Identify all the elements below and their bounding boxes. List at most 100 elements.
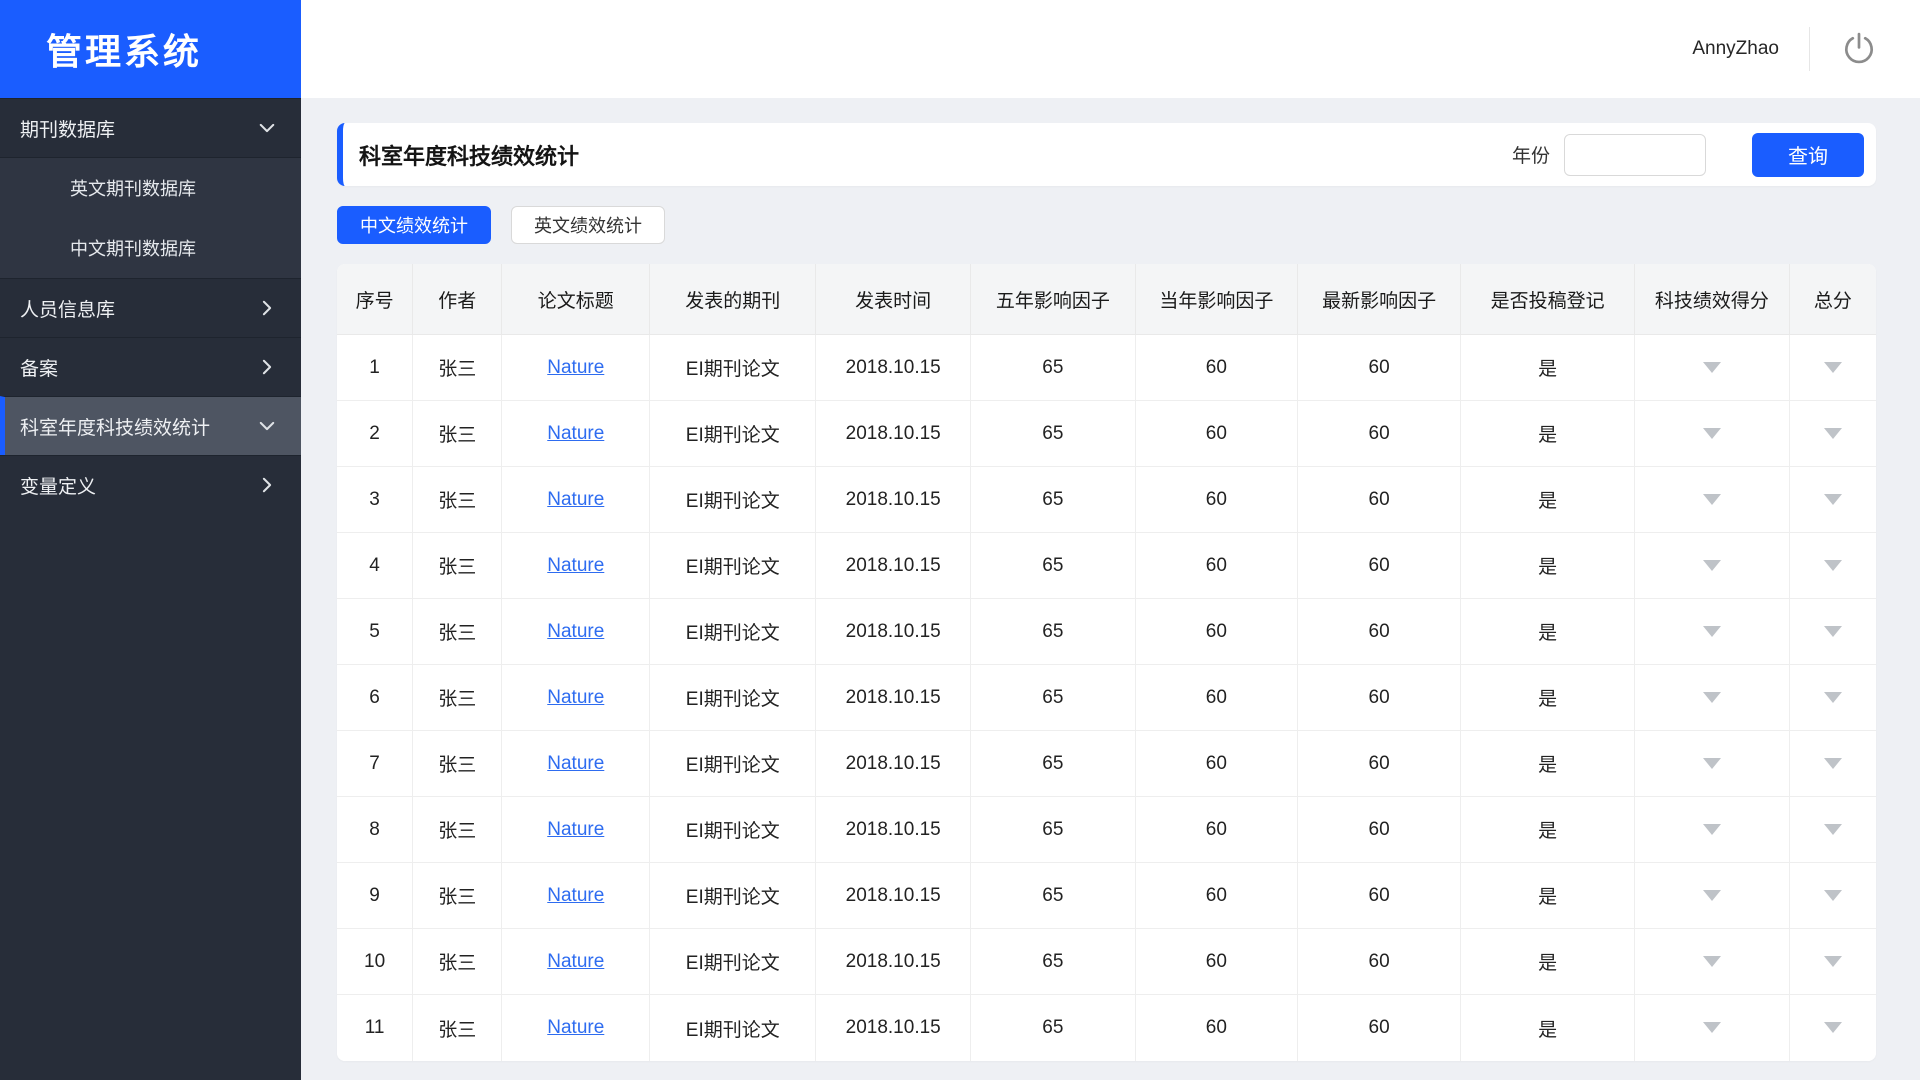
year-input[interactable] [1564, 134, 1706, 176]
cell-tech-performance-score [1635, 797, 1790, 863]
cell-date: 2018.10.15 [816, 665, 971, 731]
dropdown-arrow-icon[interactable] [1703, 494, 1721, 505]
sidebar-item-annual-performance-stats[interactable]: 科室年度科技绩效统计 [0, 396, 301, 455]
cell-date: 2018.10.15 [816, 731, 971, 797]
paper-title-link[interactable]: Nature [547, 555, 604, 576]
paper-title-link[interactable]: Nature [547, 423, 604, 444]
sidebar-item-variable-definition[interactable]: 变量定义 [0, 455, 301, 514]
dropdown-arrow-icon[interactable] [1703, 824, 1721, 835]
dropdown-arrow-icon[interactable] [1703, 956, 1721, 967]
table-row: 2张三NatureEI期刊论文2018.10.15656060是 [337, 401, 1876, 467]
dropdown-arrow-icon[interactable] [1824, 362, 1842, 373]
cell-five-year: 65 [971, 929, 1136, 995]
cell-current-year: 60 [1136, 599, 1298, 665]
dropdown-arrow-icon[interactable] [1824, 692, 1842, 703]
dropdown-arrow-icon[interactable] [1824, 560, 1842, 571]
table-body: 1张三NatureEI期刊论文2018.10.15656060是2张三Natur… [337, 335, 1876, 1061]
paper-title-link[interactable]: Nature [547, 357, 604, 378]
cell-current-year: 60 [1136, 797, 1298, 863]
dropdown-arrow-icon[interactable] [1824, 494, 1842, 505]
paper-title-link[interactable]: Nature [547, 621, 604, 642]
dropdown-arrow-icon[interactable] [1703, 1022, 1721, 1033]
cell-title: Nature [502, 929, 650, 995]
dropdown-arrow-icon[interactable] [1824, 428, 1842, 439]
chevron-right-icon [257, 357, 277, 377]
paper-title-link[interactable]: Nature [547, 1017, 604, 1038]
table-row: 9张三NatureEI期刊论文2018.10.15656060是 [337, 863, 1876, 929]
dropdown-arrow-icon[interactable] [1824, 758, 1842, 769]
dropdown-arrow-icon[interactable] [1824, 1022, 1842, 1033]
dropdown-arrow-icon[interactable] [1703, 890, 1721, 901]
query-button[interactable]: 查询 [1752, 133, 1864, 177]
cell-five-year: 65 [971, 797, 1136, 863]
cell-registered: 是 [1461, 929, 1635, 995]
dropdown-arrow-icon[interactable] [1703, 692, 1721, 703]
cell-five-year: 65 [971, 995, 1136, 1061]
cell-latest: 60 [1298, 665, 1461, 731]
cell-total-score [1790, 467, 1876, 533]
dropdown-arrow-icon[interactable] [1703, 560, 1721, 571]
cell-total-score [1790, 599, 1876, 665]
tab-chinese-performance-stats[interactable]: 中文绩效统计 [337, 206, 491, 244]
table-row: 7张三NatureEI期刊论文2018.10.15656060是 [337, 731, 1876, 797]
dropdown-arrow-icon[interactable] [1703, 362, 1721, 373]
dropdown-arrow-icon[interactable] [1824, 890, 1842, 901]
paper-title-link[interactable]: Nature [547, 489, 604, 510]
sidebar-item-filing[interactable]: 备案 [0, 337, 301, 396]
cell-current-year: 60 [1136, 929, 1298, 995]
column-header: 序号 [337, 264, 413, 335]
dropdown-arrow-icon[interactable] [1824, 626, 1842, 637]
cell-date: 2018.10.15 [816, 599, 971, 665]
table-row: 4张三NatureEI期刊论文2018.10.15656060是 [337, 533, 1876, 599]
cell-latest: 60 [1298, 863, 1461, 929]
paper-title-link[interactable]: Nature [547, 951, 604, 972]
cell-journal: EI期刊论文 [650, 401, 816, 467]
cell-latest: 60 [1298, 533, 1461, 599]
cell-title: Nature [502, 797, 650, 863]
main-area: AnnyZhao 科室年度科技绩效统计 年份 查询 中文绩效统计 英文绩效统计 [301, 0, 1920, 1080]
cell-author: 张三 [413, 599, 502, 665]
dropdown-arrow-icon[interactable] [1824, 956, 1842, 967]
dropdown-arrow-icon[interactable] [1703, 758, 1721, 769]
cell-total-score [1790, 533, 1876, 599]
cell-journal: EI期刊论文 [650, 797, 816, 863]
sidebar-item-label: 备案 [20, 354, 58, 381]
cell-author: 张三 [413, 797, 502, 863]
cell-latest: 60 [1298, 335, 1461, 401]
username[interactable]: AnnyZhao [1692, 38, 1779, 60]
tab-english-performance-stats[interactable]: 英文绩效统计 [511, 206, 665, 244]
sidebar-item-journal-database[interactable]: 期刊数据库 [0, 98, 301, 157]
dropdown-arrow-icon[interactable] [1824, 824, 1842, 835]
paper-title-link[interactable]: Nature [547, 687, 604, 708]
cell-total-score [1790, 797, 1876, 863]
dropdown-arrow-icon[interactable] [1703, 626, 1721, 637]
paper-title-link[interactable]: Nature [547, 753, 604, 774]
cell-title: Nature [502, 731, 650, 797]
sidebar-item-chinese-journal-database[interactable]: 中文期刊数据库 [0, 218, 301, 278]
sidebar: 管理系统 期刊数据库 英文期刊数据库 中文期刊数据库 人员信息库 备案 [0, 0, 301, 1080]
sidebar-item-english-journal-database[interactable]: 英文期刊数据库 [0, 158, 301, 218]
cell-no: 2 [337, 401, 413, 467]
power-logout-icon[interactable] [1840, 30, 1878, 68]
paper-title-link[interactable]: Nature [547, 885, 604, 906]
cell-current-year: 60 [1136, 731, 1298, 797]
cell-tech-performance-score [1635, 731, 1790, 797]
cell-registered: 是 [1461, 599, 1635, 665]
table-row: 5张三NatureEI期刊论文2018.10.15656060是 [337, 599, 1876, 665]
paper-title-link[interactable]: Nature [547, 819, 604, 840]
table-header-row: 序号作者论文标题发表的期刊发表时间五年影响因子当年影响因子最新影响因子是否投稿登… [337, 264, 1876, 335]
cell-five-year: 65 [971, 731, 1136, 797]
table-row: 10张三NatureEI期刊论文2018.10.15656060是 [337, 929, 1876, 995]
cell-latest: 60 [1298, 929, 1461, 995]
sidebar-item-personnel-info[interactable]: 人员信息库 [0, 278, 301, 337]
cell-registered: 是 [1461, 665, 1635, 731]
cell-author: 张三 [413, 335, 502, 401]
column-header: 总分 [1790, 264, 1876, 335]
sidebar-item-label: 期刊数据库 [20, 115, 115, 142]
cell-current-year: 60 [1136, 533, 1298, 599]
column-header: 论文标题 [502, 264, 650, 335]
sidebar-item-label: 科室年度科技绩效统计 [20, 413, 210, 440]
dropdown-arrow-icon[interactable] [1703, 428, 1721, 439]
cell-registered: 是 [1461, 401, 1635, 467]
cell-current-year: 60 [1136, 401, 1298, 467]
